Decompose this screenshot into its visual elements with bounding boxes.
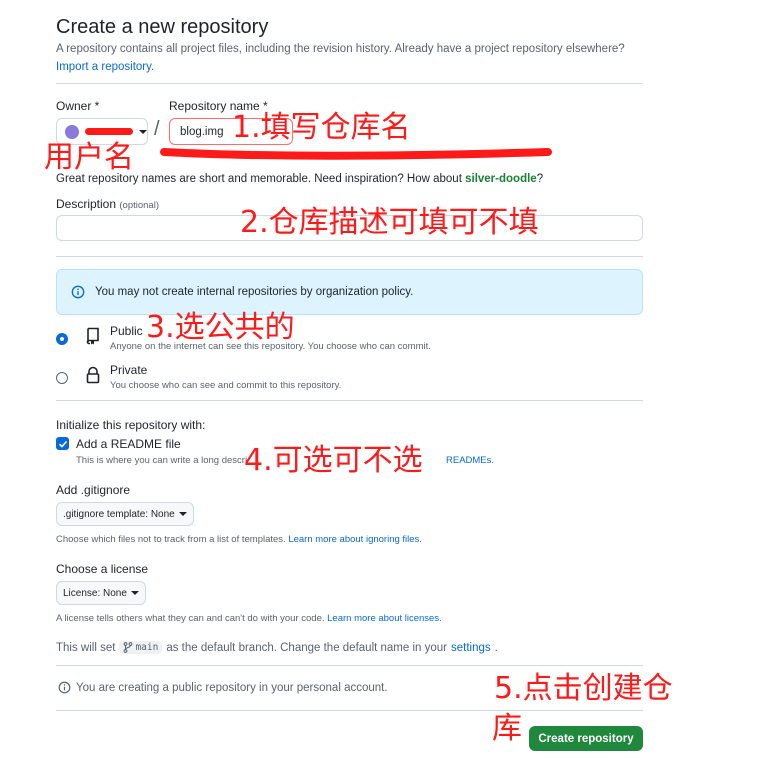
license-select[interactable]: License: None [56, 581, 146, 605]
annotation-step-2: 2.仓库描述可填可不填 [240, 205, 539, 240]
annotation-step-4: 4.可选可不选 [244, 443, 423, 478]
readme-learn-more-link[interactable]: READMEs. [446, 455, 494, 466]
license-heading: Choose a license [56, 562, 149, 576]
hint-text: Great repository names are short and mem… [56, 173, 466, 185]
repo-icon [86, 327, 99, 345]
annotation-step-5-cont: 库 [492, 711, 522, 746]
annotation-step-5: 5.点击创建仓 [494, 671, 673, 706]
lock-icon [86, 366, 100, 384]
owner-label: Owner * [56, 99, 100, 113]
default-branch-note: This will set main as the default branch… [56, 641, 498, 654]
description-label: Description (optional) [56, 197, 159, 211]
license-desc-text: A license tells others what they can and… [56, 613, 325, 624]
chevron-down-icon [130, 591, 139, 595]
create-repository-button[interactable]: Create repository [529, 726, 643, 751]
license-select-label: License: None [63, 587, 127, 599]
divider [56, 256, 643, 257]
page-description: A repository contains all project files,… [56, 43, 625, 55]
divider [56, 710, 643, 711]
license-learn-more-link[interactable]: Learn more about licenses. [327, 613, 442, 624]
settings-link[interactable]: settings [451, 642, 491, 654]
import-repository-link[interactable]: Import a repository. [56, 61, 154, 73]
branch-middle-text: as the default branch. Change the defaul… [166, 641, 447, 654]
annotation-owner: 用户名 [44, 140, 134, 175]
annotation-step-1: 1.填写仓库名 [232, 110, 411, 145]
readme-label[interactable]: Add a README file [76, 437, 181, 451]
info-icon [71, 285, 85, 299]
annotation-underline [160, 148, 552, 160]
public-label[interactable]: Public [110, 324, 143, 338]
divider [56, 400, 643, 401]
readme-checkbox[interactable] [56, 437, 69, 450]
suggested-name[interactable]: silver-doodle [465, 173, 537, 185]
public-radio[interactable] [56, 333, 68, 345]
private-description: You choose who can see and commit to thi… [110, 380, 342, 391]
branch-badge: main [119, 641, 163, 654]
branch-name: main [135, 642, 159, 653]
info-icon [58, 681, 71, 694]
description-label-text: Description [56, 197, 117, 211]
hint-suffix: ? [536, 173, 544, 185]
gitignore-description: Choose which files not to track from a l… [56, 534, 422, 545]
policy-notice-text: You may not create internal repositories… [95, 286, 414, 298]
private-label[interactable]: Private [110, 363, 147, 377]
init-heading: Initialize this repository with: [56, 418, 206, 432]
chevron-down-icon [139, 129, 147, 134]
repo-name-value: blog.img [180, 125, 224, 138]
public-repo-notice-text: You are creating a public repository in … [76, 681, 388, 694]
check-icon [58, 440, 67, 448]
policy-notice: You may not create internal repositories… [56, 269, 643, 315]
gitignore-select-label: .gitignore template: None [63, 508, 175, 520]
private-radio[interactable] [56, 372, 68, 384]
branch-suffix: . [494, 641, 498, 654]
avatar [65, 124, 79, 139]
owner-repo-separator: / [154, 118, 160, 140]
name-hint: Great repository names are short and mem… [56, 173, 543, 185]
owner-redaction [84, 128, 133, 135]
annotation-step-3: 3.选公共的 [146, 310, 295, 345]
chevron-down-icon [178, 512, 187, 516]
divider [56, 83, 643, 84]
readme-description: This is where you can write a long descr… [76, 455, 248, 466]
gitignore-select[interactable]: .gitignore template: None [56, 502, 194, 526]
gitignore-desc-text: Choose which files not to track from a l… [56, 534, 286, 545]
branch-prefix: This will set [56, 641, 116, 654]
license-description: A license tells others what they can and… [56, 613, 442, 624]
gitignore-heading: Add .gitignore [56, 483, 131, 497]
gitignore-learn-more-link[interactable]: Learn more about ignoring files. [288, 534, 422, 545]
optional-tag: (optional) [119, 200, 159, 211]
git-branch-icon [124, 642, 133, 653]
page-title: Create a new repository [56, 16, 269, 38]
divider [56, 665, 643, 666]
public-repo-notice: You are creating a public repository in … [58, 681, 388, 694]
